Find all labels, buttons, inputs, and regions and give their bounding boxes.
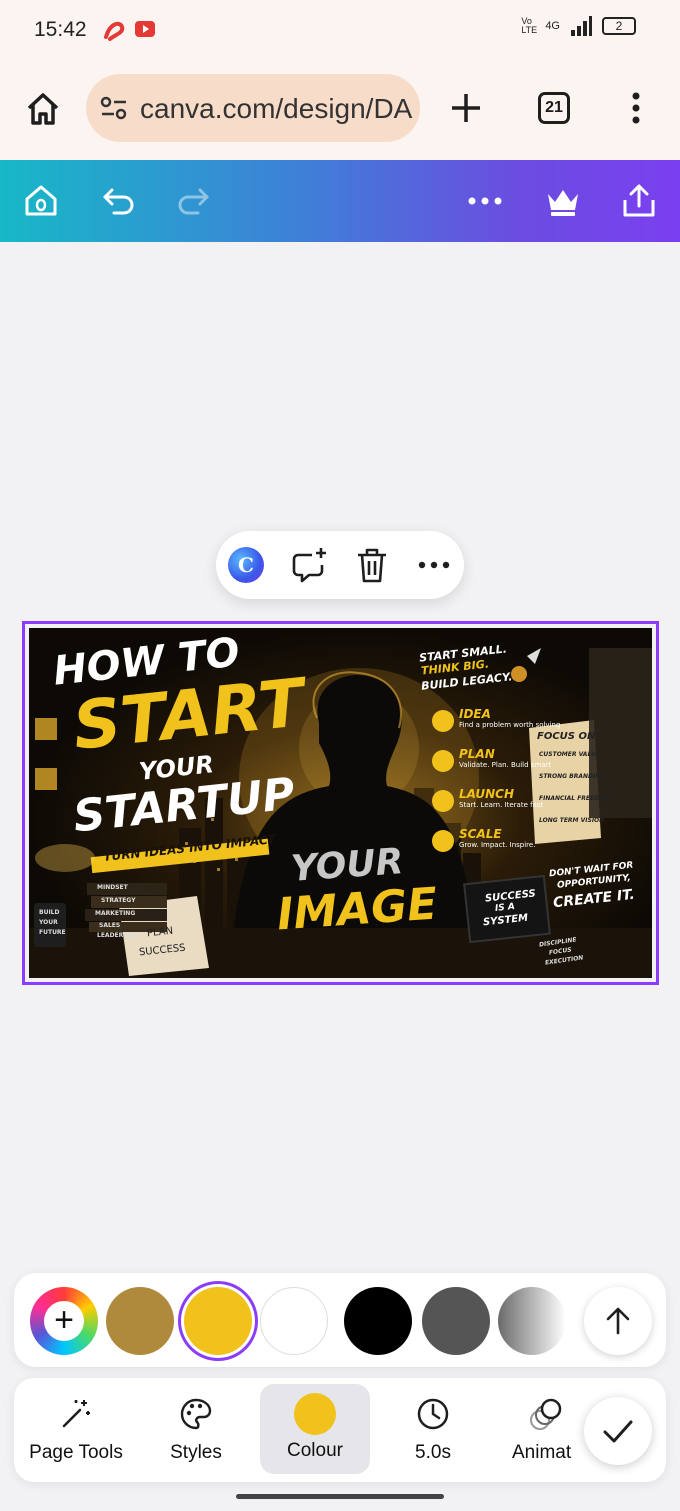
signal-icon	[571, 16, 592, 36]
gradient-swatch[interactable]	[498, 1287, 566, 1355]
tab-switcher-button[interactable]: 21	[538, 92, 570, 124]
more-vert-icon[interactable]	[626, 88, 646, 128]
airtel-icon	[104, 21, 125, 41]
mug-text: FUTURE	[39, 929, 66, 936]
gesture-home-indicator[interactable]	[236, 1494, 444, 1499]
colour-swatch-icon	[294, 1393, 336, 1435]
colour-button[interactable]: Colour	[260, 1384, 370, 1474]
scroll-up-button[interactable]	[584, 1287, 652, 1355]
network-label: 4G	[545, 20, 560, 32]
mug-text: BUILD	[39, 909, 60, 916]
checkmark-icon	[603, 1420, 633, 1443]
focus-item: FINANCIAL FREEDOM	[539, 795, 611, 802]
colour-swatch[interactable]	[260, 1287, 328, 1355]
battery-level: 2	[615, 19, 623, 33]
canva-home-icon[interactable]	[22, 182, 60, 220]
book-label: LEADERSHIP	[97, 932, 140, 939]
editor-toolbar	[0, 160, 680, 242]
palette-icon	[180, 1398, 212, 1430]
step-desc: Start. Learn. Iterate fast	[459, 801, 544, 809]
animate-icon	[530, 1398, 562, 1430]
crown-icon[interactable]	[544, 182, 582, 220]
new-tab-icon[interactable]	[446, 88, 486, 128]
book-label: MINDSET	[97, 884, 128, 891]
step-title: PLAN	[459, 747, 495, 761]
step-title: IDEA	[459, 707, 491, 721]
clock-icon	[417, 1398, 449, 1430]
element-context-menu: C	[216, 531, 464, 599]
magic-wand-icon	[62, 1400, 90, 1428]
animate-button[interactable]: Animat	[498, 1378, 594, 1482]
focus-title: FOCUS ON:	[537, 731, 600, 742]
status-indicators: Vo LTE 4G 2	[521, 16, 636, 36]
arrow-up-icon	[606, 1307, 630, 1335]
colour-palette: +	[14, 1273, 666, 1367]
selected-design-frame[interactable]: HOW TO START YOUR STARTUP TURN IDEAS INT…	[22, 621, 659, 985]
add-comment-icon[interactable]	[290, 545, 330, 585]
status-time: 15:42	[34, 18, 87, 41]
focus-item: CUSTOMER VALUE	[539, 751, 600, 758]
step-desc: Find a problem worth solving	[459, 721, 561, 729]
book-label: STRATEGY	[101, 897, 136, 904]
page-tools-button[interactable]: Page Tools	[20, 1378, 132, 1482]
undo-icon[interactable]	[100, 182, 138, 220]
toolbar-label: 5.0s	[415, 1442, 451, 1463]
toolbar-label: Page Tools	[29, 1442, 123, 1463]
status-bar: 15:42 Vo LTE 4G 2	[0, 0, 680, 62]
colour-swatch[interactable]	[344, 1287, 412, 1355]
colour-swatch[interactable]	[422, 1287, 490, 1355]
step-desc: Validate. Plan. Build smart	[459, 761, 552, 769]
styles-button[interactable]: Styles	[142, 1378, 250, 1482]
bottom-toolbar: Page Tools Styles Colour 5.0s Animat	[14, 1378, 666, 1482]
step-desc: Grow. Impact. Inspire.	[459, 841, 536, 849]
hoodie-text-line2: IMAGE	[275, 878, 439, 941]
volte-label: Vo LTE	[521, 16, 538, 35]
duration-button[interactable]: 5.0s	[380, 1378, 486, 1482]
toolbar-label: Animat	[512, 1442, 572, 1463]
trash-icon[interactable]	[352, 545, 392, 585]
home-icon[interactable]	[24, 90, 62, 128]
browser-bar: canva.com/design/DA 21	[0, 62, 680, 160]
youtube-icon	[135, 21, 155, 37]
more-options-icon[interactable]	[414, 545, 454, 585]
focus-item: STRONG BRANDING	[539, 773, 606, 780]
colour-swatch[interactable]	[106, 1287, 174, 1355]
focus-item: LONG TERM VISION	[539, 817, 605, 824]
redo-icon[interactable]	[174, 182, 212, 220]
more-horiz-icon[interactable]	[466, 182, 504, 220]
add-colour-button[interactable]: +	[30, 1287, 98, 1355]
colour-swatch-selected[interactable]	[184, 1287, 252, 1355]
share-icon[interactable]	[620, 182, 658, 220]
book-label: SALES	[99, 922, 121, 929]
canva-ai-icon[interactable]: C	[228, 547, 264, 583]
mug-text: YOUR	[39, 919, 58, 926]
site-settings-icon[interactable]	[100, 96, 128, 120]
toolbar-label: Styles	[170, 1442, 222, 1463]
confirm-button[interactable]	[584, 1397, 652, 1465]
battery-icon: 2	[602, 17, 636, 35]
design-thumbnail[interactable]: HOW TO START YOUR STARTUP TURN IDEAS INT…	[29, 628, 652, 978]
book-label: MARKETING	[95, 910, 136, 917]
url-text: canva.com/design/DA	[140, 93, 413, 124]
toolbar-label: Colour	[287, 1440, 343, 1461]
step-title: LAUNCH	[459, 787, 515, 801]
plus-icon: +	[44, 1301, 84, 1341]
address-bar[interactable]: canva.com/design/DA	[86, 74, 420, 142]
step-title: SCALE	[459, 827, 502, 841]
